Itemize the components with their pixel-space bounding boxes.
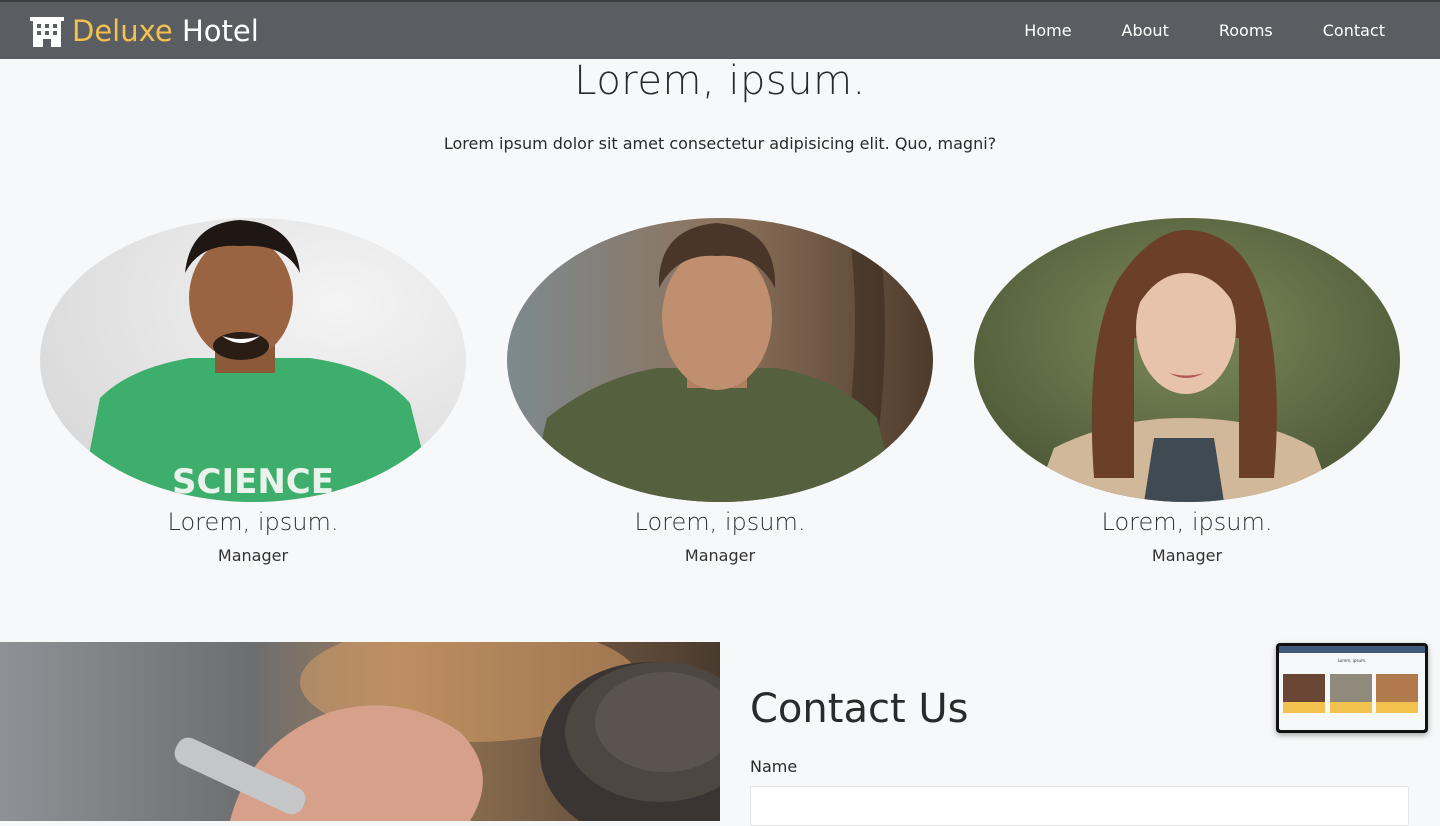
member-role: Manager	[1151, 546, 1223, 565]
member-name: Lorem, ipsum.	[634, 508, 806, 536]
shirt-print-text: SCIENCE	[172, 462, 334, 502]
hotel-building-icon	[30, 17, 64, 47]
nav-link-rooms[interactable]: Rooms	[1219, 21, 1273, 40]
team-section-subtitle: Lorem ipsum dolor sit amet consectetur a…	[443, 134, 997, 153]
screenshot-thumbnail[interactable]: Lorem, ipsum.	[1276, 643, 1428, 733]
thumbnail-room-card	[1330, 702, 1372, 713]
brand-name-rest: Hotel	[172, 14, 259, 48]
team-member-photo	[507, 218, 933, 502]
brand-logo[interactable]: Deluxe Hotel	[30, 14, 259, 48]
team-section-title: Lorem, ipsum.	[574, 58, 866, 104]
brand-name-accent: Deluxe	[72, 14, 173, 48]
member-name: Lorem, ipsum.	[167, 508, 339, 536]
member-role: Manager	[684, 546, 756, 565]
thumbnail-navbar	[1279, 646, 1425, 653]
nav-link-contact[interactable]: Contact	[1323, 21, 1385, 40]
contact-section-title: Contact Us	[750, 686, 969, 732]
team-member-card: Lorem, ipsum. Manager	[507, 218, 933, 565]
thumbnail-preview: Lorem, ipsum.	[1279, 646, 1425, 730]
thumbnail-heading: Lorem, ipsum.	[1337, 658, 1367, 663]
thumbnail-room-image	[1376, 674, 1418, 702]
contact-photo	[0, 642, 720, 821]
member-role: Manager	[217, 546, 289, 565]
name-field-label: Name	[750, 757, 798, 776]
brand-name: Deluxe Hotel	[72, 14, 259, 48]
thumbnail-room-image	[1330, 674, 1372, 702]
team-member-card: Lorem, ipsum. Manager	[974, 218, 1400, 565]
member-name: Lorem, ipsum.	[1101, 508, 1273, 536]
thumbnail-room-card	[1283, 702, 1325, 713]
navbar: Deluxe Hotel Home About Rooms Contact	[0, 0, 1440, 59]
team-member-photo	[974, 218, 1400, 502]
thumbnail-room-card	[1376, 702, 1418, 713]
team-member-card: SCIENCE Lorem, ipsum. Manager	[40, 218, 466, 565]
nav-link-home[interactable]: Home	[1024, 21, 1071, 40]
name-input[interactable]	[750, 786, 1409, 826]
thumbnail-room-image	[1283, 674, 1325, 702]
nav-links: Home About Rooms Contact	[974, 2, 1385, 59]
team-member-photo: SCIENCE	[40, 218, 466, 502]
nav-link-about[interactable]: About	[1122, 21, 1169, 40]
